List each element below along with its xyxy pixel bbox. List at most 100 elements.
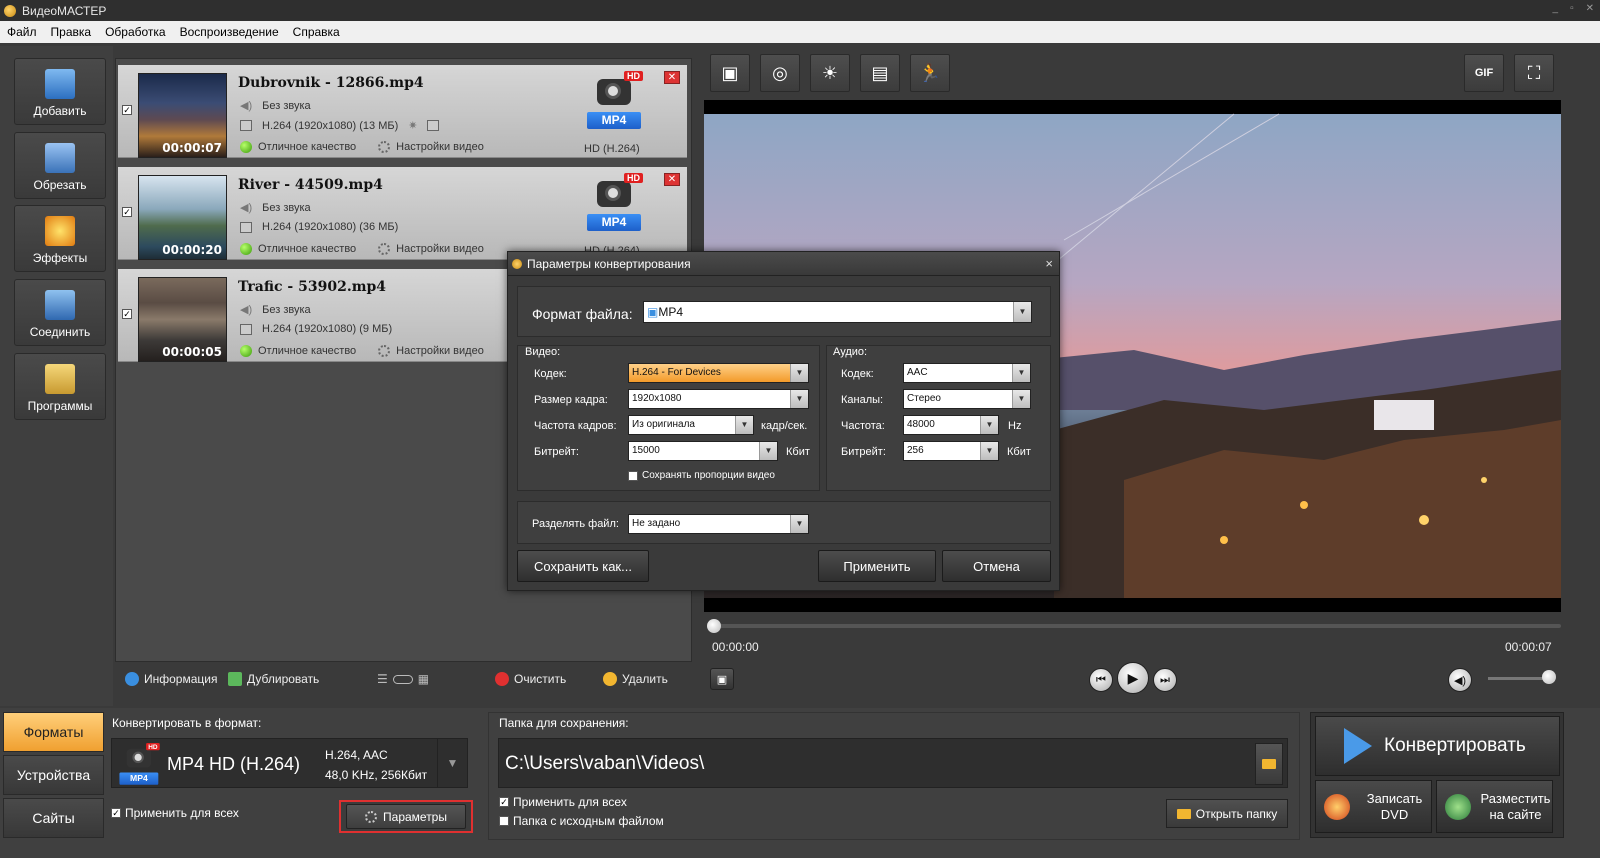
split-select[interactable]: Не задано ▼ [628,514,809,534]
dialog-close-icon[interactable]: × [1045,256,1053,271]
brightness-button[interactable]: ☀ [810,54,850,92]
menu-edit[interactable]: Правка [51,25,92,39]
channels-label: Каналы: [841,394,884,406]
speaker-icon: ◀) [240,202,253,214]
frequency-select[interactable]: 48000 ▼ [903,415,999,435]
clear-button[interactable]: Очистить [495,672,566,686]
volume-icon: ◀) [1453,674,1467,687]
tab-sites[interactable]: Сайты [3,798,104,838]
file-checkbox[interactable]: ✓ [122,207,132,217]
remove-file-icon[interactable]: ✕ [664,71,680,84]
effects-button-label: Эффекты [32,251,88,265]
keep-aspect-checkbox[interactable]: Сохранять пропорции видео [628,470,775,481]
speed-frames-button[interactable]: ▤ [860,54,900,92]
chevron-down-icon: ▼ [735,416,753,434]
previous-button[interactable]: ⏮ [1089,668,1113,692]
apply-all-formats-checkbox[interactable]: ✓ Применить для всех [111,806,239,820]
channels-select[interactable]: Стерео ▼ [903,389,1031,409]
effects-button[interactable]: Эффекты [14,205,106,272]
brightness-icon: ✷ [408,120,418,132]
rotate-button[interactable]: ◎ [760,54,800,92]
open-folder-button[interactable]: Открыть папку [1166,799,1288,828]
tab-devices[interactable]: Устройства [3,755,104,795]
remove-file-icon[interactable]: ✕ [664,173,680,186]
play-button[interactable]: ▶ [1117,662,1149,694]
film-icon [240,120,252,131]
video-thumbnail[interactable]: 00:00:07 [138,73,227,158]
snapshot-button[interactable]: ▣ [710,668,734,690]
burn-dvd-label: Записать DVD [1366,790,1423,822]
split-group: Разделять файл: Не задано ▼ [517,501,1051,544]
join-button[interactable]: Соединить [14,279,106,346]
fps-select[interactable]: Из оригинала ▼ [628,415,754,435]
format-mp4-icon[interactable]: HD MP4 [585,71,643,129]
add-button[interactable]: Добавить [14,58,106,125]
next-button[interactable]: ⏭ [1153,668,1177,692]
maximize-icon[interactable]: ▫ [1570,3,1574,14]
fullscreen-button[interactable]: ⛶ [1514,54,1554,92]
params-button[interactable]: Параметры [346,804,466,829]
file-item[interactable]: ✓ 00:00:20 River - 44509.mp4 ◀) Без звука… [118,167,687,260]
browse-folder-button[interactable] [1255,743,1283,785]
menu-process[interactable]: Обработка [105,25,166,39]
minimize-icon[interactable]: _ [1553,3,1559,14]
file-checkbox[interactable]: ✓ [122,105,132,115]
convert-button[interactable]: Конвертировать [1315,716,1560,776]
file-format-select[interactable]: ▣MP4 ▼ [643,301,1032,323]
save-as-button[interactable]: Сохранить как... [517,550,649,582]
save-path-field[interactable]: C:\Users\vaban\Videos\ [498,738,1288,788]
video-settings-link[interactable]: Настройки видео [396,243,484,255]
delete-button[interactable]: Удалить [603,672,668,686]
volume-slider[interactable] [1488,677,1550,680]
format-mp4-icon[interactable]: HD MP4 [585,173,643,231]
tab-formats[interactable]: Форматы [3,712,104,752]
burn-dvd-button[interactable]: Записать DVD [1315,780,1432,833]
info-button[interactable]: Информация [125,672,217,686]
volume-handle[interactable] [1542,670,1556,684]
duration-label: 00:00:05 [162,345,222,359]
seek-handle[interactable] [707,619,721,633]
audio-codec-select[interactable]: AAC ▼ [903,363,1031,383]
close-window-icon[interactable]: ✕ [1586,3,1594,14]
cancel-button[interactable]: Отмена [942,550,1051,582]
gif-button[interactable]: GIF [1464,54,1504,92]
menu-playback[interactable]: Воспроизведение [180,25,279,39]
quality-indicator-icon [240,141,252,153]
seek-bar[interactable] [711,624,1561,628]
view-toggle[interactable]: ☰ ▦ [377,672,429,686]
duplicate-button[interactable]: Дублировать [228,672,319,686]
output-format-selector[interactable]: HD MP4 MP4 HD (H.264) H.264, AAC 48,0 KHz… [111,738,468,788]
gear-icon [378,243,391,255]
video-bitrate-label: Битрейт: [534,446,579,458]
menu-file[interactable]: Файл [7,25,37,39]
frame-size-select[interactable]: 1920x1080 ▼ [628,389,809,409]
motion-button[interactable]: 🏃 [910,54,950,92]
mp4-tag: MP4 [587,112,641,129]
format-dropdown-arrow[interactable]: ▼ [437,739,467,787]
apply-button[interactable]: Применить [818,550,936,582]
video-thumbnail[interactable]: 00:00:05 [138,277,227,362]
programs-button[interactable]: Программы [14,353,106,420]
frequency-unit: Hz [1008,420,1022,432]
video-thumbnail[interactable]: 00:00:20 [138,175,227,260]
trim-button[interactable]: Обрезать [14,132,106,199]
video-settings-link[interactable]: Настройки видео [396,141,484,153]
app-title: ВидеоМАСТЕР [22,3,107,18]
save-path-text: C:\Users\vaban\Videos\ [505,753,705,774]
info-icon [125,672,139,686]
apply-all-folder-checkbox[interactable]: ✓ Применить для всех [499,795,627,809]
source-folder-checkbox[interactable]: Папка с исходным файлом [499,814,664,828]
publish-site-button[interactable]: Разместить на сайте [1436,780,1553,833]
audio-info: Без звука [262,303,311,316]
file-item[interactable]: ✓ 00:00:07 Dubrovnik - 12866.mp4 ◀) Без з… [118,65,687,158]
audio-info: Без звука [262,201,311,214]
file-checkbox[interactable]: ✓ [122,309,132,319]
video-bitrate-select[interactable]: 15000 ▼ [628,441,778,461]
audio-bitrate-select[interactable]: 256 ▼ [903,441,999,461]
video-codec-select[interactable]: H.264 - For Devices ▼ [628,363,809,383]
file-name: Dubrovnik - 12866.mp4 [238,75,424,91]
menu-help[interactable]: Справка [293,25,340,39]
video-settings-link[interactable]: Настройки видео [396,345,484,357]
crop-frame-button[interactable]: ▣ [710,54,750,92]
volume-button[interactable]: ◀) [1448,668,1472,692]
